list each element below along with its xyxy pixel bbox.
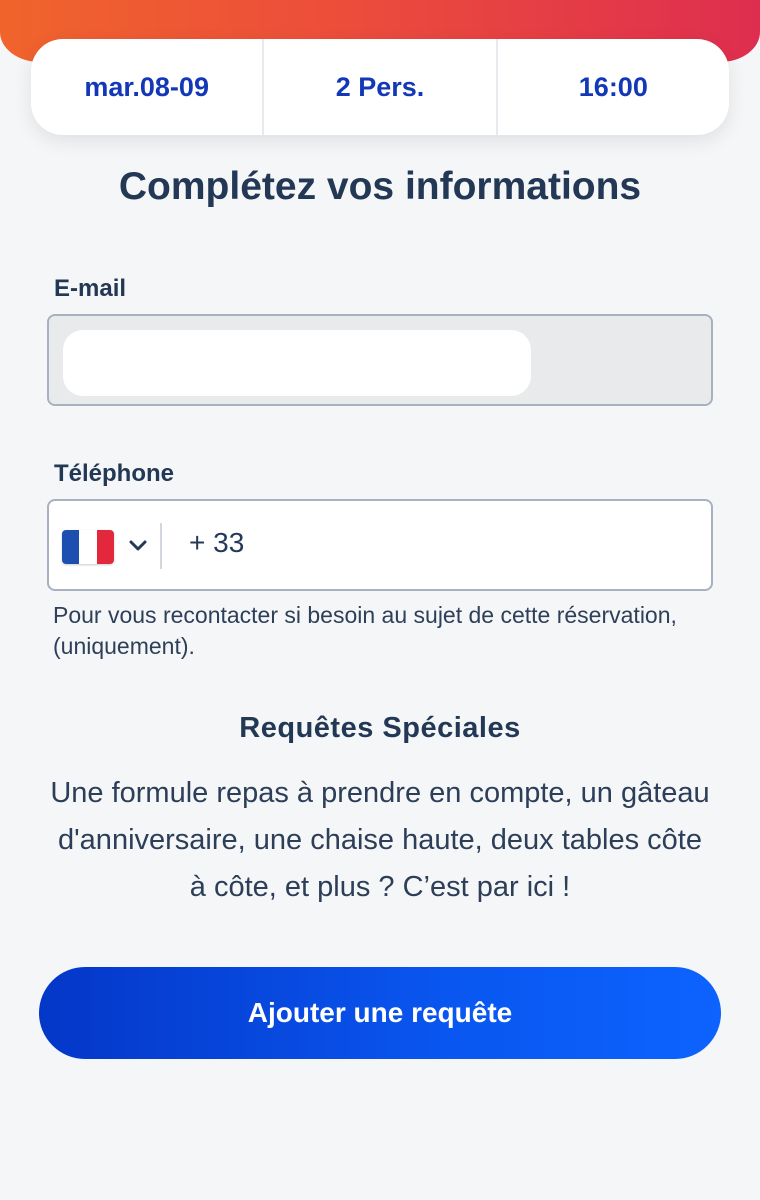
add-request-button[interactable]: Ajouter une requête bbox=[39, 967, 721, 1059]
booking-summary-bar: mar.08-09 2 Pers. 16:00 bbox=[31, 39, 729, 135]
page-title: Complétez vos informations bbox=[118, 165, 642, 208]
summary-date[interactable]: mar.08-09 bbox=[31, 39, 265, 135]
summary-time[interactable]: 16:00 bbox=[498, 39, 729, 135]
email-field[interactable] bbox=[47, 314, 713, 406]
france-flag-icon[interactable] bbox=[62, 530, 114, 564]
special-requests-title: Requêtes Spéciales bbox=[239, 712, 521, 744]
email-label: E-mail bbox=[54, 275, 127, 302]
phone-divider bbox=[160, 523, 162, 569]
email-autofill-value[interactable] bbox=[63, 330, 531, 396]
phone-label: Téléphone bbox=[54, 460, 175, 487]
booking-form-page: mar.08-09 2 Pers. 16:00 Complétez vos in… bbox=[0, 0, 760, 1200]
phone-field[interactable]: + 33 bbox=[47, 499, 713, 591]
special-requests-description: Une formule repas à prendre en compte, u… bbox=[50, 777, 710, 903]
phone-country-code[interactable]: + 33 bbox=[189, 527, 244, 559]
phone-help-text: Pour vous recontacter si besoin au sujet… bbox=[53, 602, 677, 659]
chevron-down-icon[interactable] bbox=[126, 533, 150, 557]
summary-guests[interactable]: 2 Pers. bbox=[264, 39, 498, 135]
